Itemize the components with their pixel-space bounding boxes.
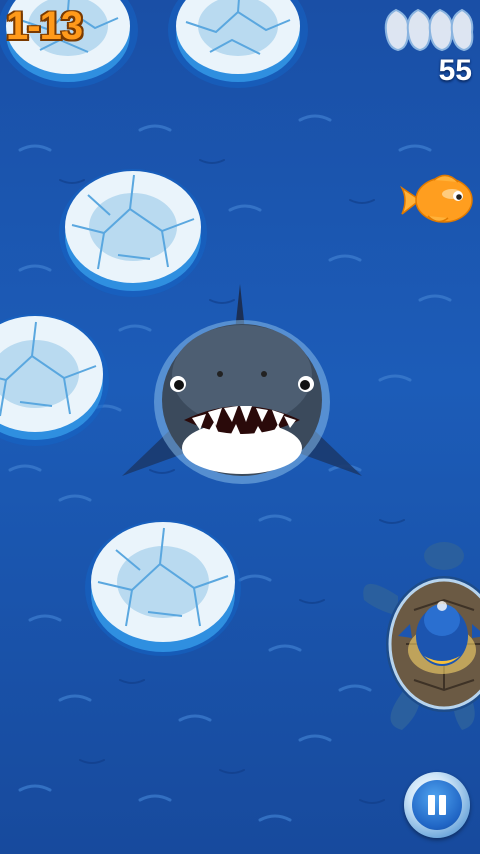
ice-floe[interactable] bbox=[58, 155, 208, 300]
ice-floe[interactable] bbox=[0, 300, 110, 450]
pause-icon bbox=[412, 780, 462, 830]
pause-bar-right bbox=[439, 795, 446, 815]
game-field[interactable]: 1-13 55 bbox=[0, 0, 480, 854]
goldfish-icon[interactable] bbox=[398, 170, 478, 230]
level-indicator: 1-13 bbox=[6, 4, 83, 48]
pause-button[interactable] bbox=[404, 772, 470, 838]
ice-floe[interactable] bbox=[84, 508, 242, 660]
score-counter: 55 bbox=[438, 54, 472, 87]
penguin-silhouette-icon bbox=[384, 8, 474, 52]
pause-bar-left bbox=[428, 795, 435, 815]
penguin-on-turtle-icon[interactable] bbox=[358, 540, 480, 740]
ice-floe[interactable] bbox=[168, 0, 308, 90]
shark-icon bbox=[122, 284, 362, 484]
